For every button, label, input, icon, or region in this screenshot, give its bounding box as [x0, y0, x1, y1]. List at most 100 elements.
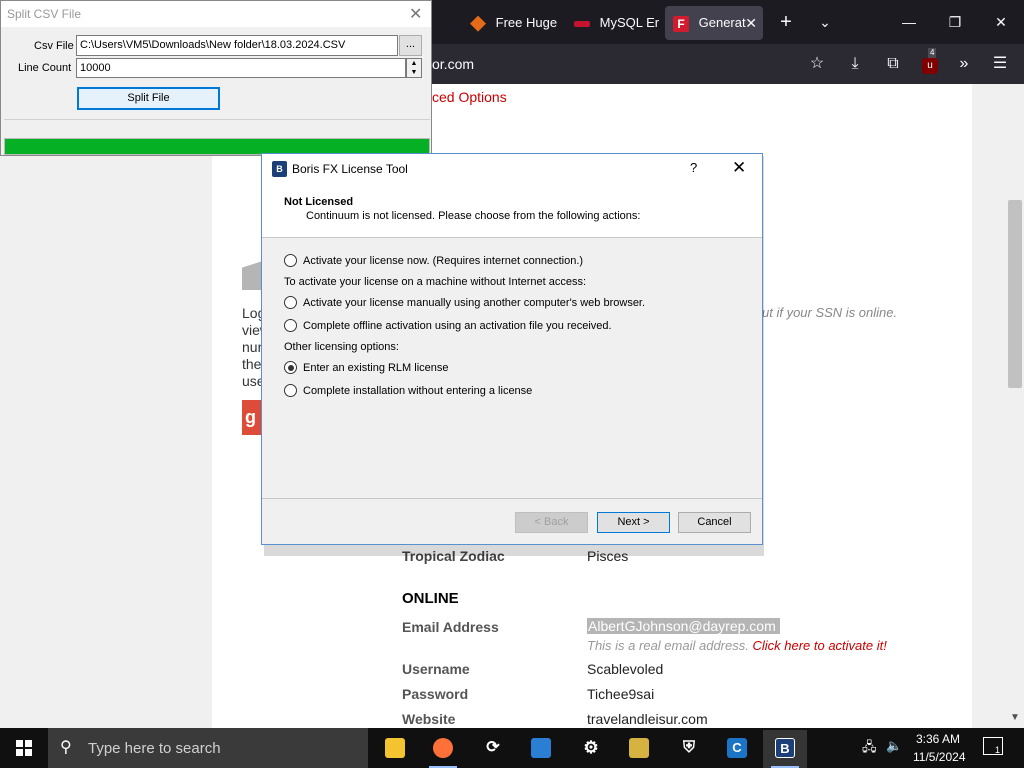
c-app[interactable]: C: [715, 730, 759, 768]
password-value: Tichee9sai: [587, 686, 655, 702]
csv-file-input[interactable]: C:\Users\VM5\Downloads\New folder\18.03.…: [76, 35, 398, 56]
browser-tab-generator[interactable]: F Generat ✕: [665, 6, 763, 40]
tab-favicon-icon: [574, 20, 590, 27]
folder-icon: [385, 738, 405, 758]
search-icon: ⚲: [60, 739, 72, 756]
radio-label: Complete installation without entering a…: [303, 385, 533, 397]
activate-email-link[interactable]: Click here to activate it!: [752, 638, 886, 653]
shield-icon: ⛨: [682, 739, 695, 756]
email-note-text: This is a real email address.: [587, 638, 749, 653]
boris-logo-icon: B: [775, 738, 795, 758]
radio-button-icon[interactable]: [284, 254, 297, 267]
line-count-spinner[interactable]: ▲ ▼: [406, 58, 422, 78]
back-button[interactable]: < Back: [515, 512, 588, 533]
radio-label: Activate your license manually using ano…: [303, 297, 646, 309]
browse-button[interactable]: ...: [399, 35, 422, 56]
app-icon: [531, 738, 551, 758]
advanced-options-link[interactable]: ced Options: [432, 89, 507, 105]
text-fragment: nur: [242, 339, 263, 355]
tool-app[interactable]: [519, 730, 563, 768]
google-plus-icon[interactable]: g: [242, 400, 262, 435]
firefox-icon: [433, 738, 453, 758]
status-heading: Not Licensed: [284, 196, 354, 208]
close-icon[interactable]: ✕: [409, 4, 422, 24]
radio-button-icon[interactable]: [284, 384, 297, 397]
bookmark-star-icon[interactable]: ☆: [805, 52, 829, 76]
boris-app[interactable]: B: [763, 730, 807, 768]
help-button[interactable]: ?: [690, 160, 697, 175]
text-fragment: the: [242, 356, 262, 372]
dialog-title: Boris FX License Tool: [292, 162, 408, 176]
ssn-check-text: ut if your SSN is online.: [762, 305, 898, 320]
pencil-icon: [629, 738, 649, 758]
c-app-icon: C: [727, 738, 747, 758]
clock-date[interactable]: 11/5/2024: [913, 750, 966, 764]
security-app[interactable]: ⛨: [667, 730, 711, 768]
minimize-button[interactable]: —: [886, 0, 932, 44]
csv-file-label: Csv File: [34, 40, 74, 52]
file-explorer-app[interactable]: [373, 730, 417, 768]
scroll-down-arrow-icon[interactable]: ▼: [1008, 712, 1022, 726]
radio-label: Activate your license now. (Requires int…: [303, 255, 584, 267]
settings-app[interactable]: ⚙: [569, 730, 613, 768]
notes-app[interactable]: [617, 730, 661, 768]
network-icon[interactable]: 🖧: [862, 738, 877, 760]
email-note: This is a real email address. Click here…: [587, 638, 887, 653]
windows-logo-icon[interactable]: [16, 740, 32, 756]
status-description: Continuum is not licensed. Please choose…: [306, 210, 641, 222]
website-label: Website: [402, 711, 456, 727]
browser-tab-free-huge[interactable]: Free Huge: [462, 6, 562, 40]
line-count-input[interactable]: 10000: [76, 58, 406, 78]
boris-logo-icon: B: [272, 161, 287, 177]
restore-button[interactable]: ❐: [932, 0, 978, 44]
progress-fill: [5, 139, 429, 154]
boris-license-dialog: B Boris FX License Tool ? ✕ Not Licensed…: [261, 153, 763, 545]
sync-app[interactable]: ⟳: [471, 730, 515, 768]
page-left-gutter: [0, 84, 212, 728]
tab-list-button[interactable]: ⌄: [802, 0, 848, 44]
notification-icon[interactable]: 1: [983, 737, 1003, 755]
radio-button-icon[interactable]: [284, 319, 297, 332]
overflow-chevron-icon[interactable]: »: [952, 52, 976, 76]
hamburger-menu-icon[interactable]: ☰: [988, 52, 1012, 76]
no-internet-label: To activate your license on a machine wi…: [284, 276, 587, 288]
radio-button-checked-icon[interactable]: [284, 361, 297, 374]
tab-label: Generat: [698, 15, 746, 30]
tab-close-icon[interactable]: ✕: [745, 6, 757, 40]
sync-icon: ⟳: [486, 739, 500, 756]
line-count-label: Line Count: [18, 62, 72, 74]
search-placeholder[interactable]: Type here to search: [88, 740, 221, 757]
url-bar[interactable]: or.com: [432, 56, 474, 72]
close-window-button[interactable]: ✕: [978, 0, 1024, 44]
ublock-extension-icon[interactable]: u 4: [918, 48, 942, 76]
username-label: Username: [402, 661, 470, 677]
page-scrollbar[interactable]: [1006, 84, 1024, 728]
window-title: Split CSV File: [7, 7, 82, 21]
close-icon[interactable]: ✕: [732, 158, 746, 178]
split-file-button[interactable]: Split File: [77, 87, 220, 110]
radio-label: Complete offline activation using an act…: [303, 320, 612, 332]
firefox-app[interactable]: [421, 730, 465, 768]
website-value[interactable]: travelandleisur.com: [587, 711, 708, 727]
tab-label: MySQL Err: [599, 15, 660, 30]
scrollbar-thumb[interactable]: [1008, 200, 1022, 388]
radio-label: Enter an existing RLM license: [303, 362, 449, 374]
split-csv-titlebar: Split CSV File ✕: [1, 1, 431, 27]
download-icon[interactable]: ⤓: [843, 52, 867, 76]
extensions-icon[interactable]: ⧉: [881, 52, 905, 76]
extension-badge: 4: [928, 48, 937, 58]
clock-time[interactable]: 3:36 AM: [916, 732, 960, 746]
email-value[interactable]: AlbertGJohnson@dayrep.com: [587, 618, 780, 634]
tab-label: Free Huge: [495, 15, 558, 30]
next-button[interactable]: Next >: [597, 512, 670, 533]
volume-icon[interactable]: 🔈: [886, 738, 902, 754]
dialog-header: Not Licensed Continuum is not licensed. …: [262, 184, 762, 238]
radio-button-icon[interactable]: [284, 296, 297, 309]
divider: [4, 119, 430, 120]
cancel-button[interactable]: Cancel: [678, 512, 751, 533]
other-options-label: Other licensing options:: [284, 341, 399, 353]
password-label: Password: [402, 686, 469, 702]
divider: [262, 498, 762, 499]
browser-tab-mysql[interactable]: MySQL Err: [566, 6, 660, 40]
username-value: Scablevoled: [587, 661, 664, 677]
